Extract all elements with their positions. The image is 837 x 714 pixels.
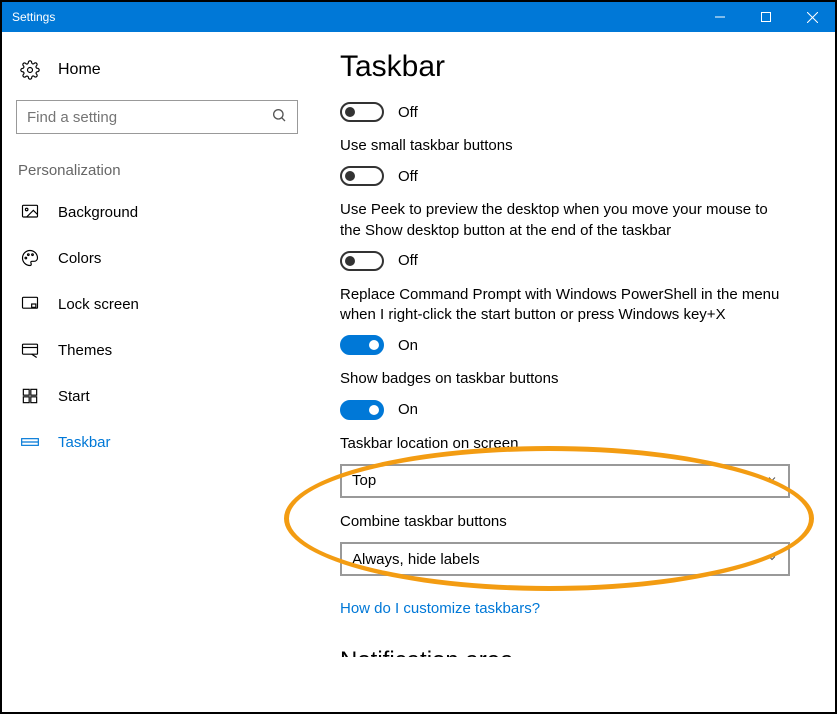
- toggle-row-4: On: [340, 400, 807, 420]
- toggle-row-0: Off: [340, 102, 807, 122]
- sidebar-item-lockscreen[interactable]: Lock screen: [16, 281, 298, 327]
- sidebar-item-label: Colors: [58, 250, 101, 267]
- gear-icon: [20, 60, 40, 80]
- home-label: Home: [58, 61, 101, 79]
- chevron-down-icon: [766, 472, 778, 489]
- home-nav[interactable]: Home: [16, 52, 298, 100]
- window-body: Home Personalization Background Colo: [2, 32, 835, 712]
- location-value: Top: [352, 472, 376, 489]
- search-box[interactable]: [16, 100, 298, 134]
- toggle-0[interactable]: [340, 102, 384, 122]
- toggle-state-1: Off: [398, 168, 418, 185]
- sidebar-item-label: Start: [58, 388, 90, 405]
- sidebar-item-label: Taskbar: [58, 434, 111, 451]
- setting-desc-2: Use Peek to preview the desktop when you…: [340, 200, 790, 241]
- sidebar: Home Personalization Background Colo: [2, 32, 312, 712]
- titlebar: Settings: [2, 2, 835, 32]
- toggle-state-4: On: [398, 401, 418, 418]
- combine-select[interactable]: Always, hide labels: [340, 542, 790, 576]
- combine-label: Combine taskbar buttons: [340, 512, 790, 532]
- settings-window: Settings Home Person: [2, 2, 835, 712]
- setting-desc-1: Use small taskbar buttons: [340, 136, 790, 156]
- toggle-row-3: On: [340, 335, 807, 355]
- category-label: Personalization: [18, 162, 298, 179]
- toggle-state-0: Off: [398, 104, 418, 121]
- toggle-small-buttons[interactable]: [340, 166, 384, 186]
- window-title: Settings: [12, 10, 55, 24]
- toggle-badges[interactable]: [340, 400, 384, 420]
- toggle-state-2: Off: [398, 252, 418, 269]
- themes-icon: [20, 340, 40, 360]
- minimize-button[interactable]: [697, 2, 743, 32]
- lockscreen-icon: [20, 294, 40, 314]
- setting-desc-4: Show badges on taskbar buttons: [340, 369, 790, 389]
- next-section-heading: Notification area: [340, 647, 807, 657]
- sidebar-item-start[interactable]: Start: [16, 373, 298, 419]
- close-button[interactable]: [789, 2, 835, 32]
- location-label: Taskbar location on screen: [340, 434, 790, 454]
- toggle-peek[interactable]: [340, 251, 384, 271]
- search-input[interactable]: [27, 109, 271, 126]
- sidebar-item-taskbar[interactable]: Taskbar: [16, 419, 298, 465]
- chevron-down-icon: [766, 551, 778, 568]
- sidebar-item-label: Themes: [58, 342, 112, 359]
- toggle-powershell[interactable]: [340, 335, 384, 355]
- location-select[interactable]: Top: [340, 464, 790, 498]
- combine-value: Always, hide labels: [352, 551, 480, 568]
- sidebar-item-label: Lock screen: [58, 296, 139, 313]
- toggle-row-2: Off: [340, 251, 807, 271]
- toggle-state-3: On: [398, 337, 418, 354]
- setting-desc-3: Replace Command Prompt with Windows Powe…: [340, 285, 790, 326]
- page-title: Taskbar: [340, 50, 807, 84]
- sidebar-item-colors[interactable]: Colors: [16, 235, 298, 281]
- maximize-button[interactable]: [743, 2, 789, 32]
- palette-icon: [20, 248, 40, 268]
- image-icon: [20, 202, 40, 222]
- sidebar-item-background[interactable]: Background: [16, 189, 298, 235]
- content-pane: Taskbar Off Use small taskbar buttons Of…: [312, 32, 835, 712]
- toggle-row-1: Off: [340, 166, 807, 186]
- search-icon: [271, 107, 287, 127]
- help-link[interactable]: How do I customize taskbars?: [340, 600, 540, 617]
- start-icon: [20, 386, 40, 406]
- sidebar-item-themes[interactable]: Themes: [16, 327, 298, 373]
- taskbar-icon: [20, 432, 40, 452]
- sidebar-item-label: Background: [58, 204, 138, 221]
